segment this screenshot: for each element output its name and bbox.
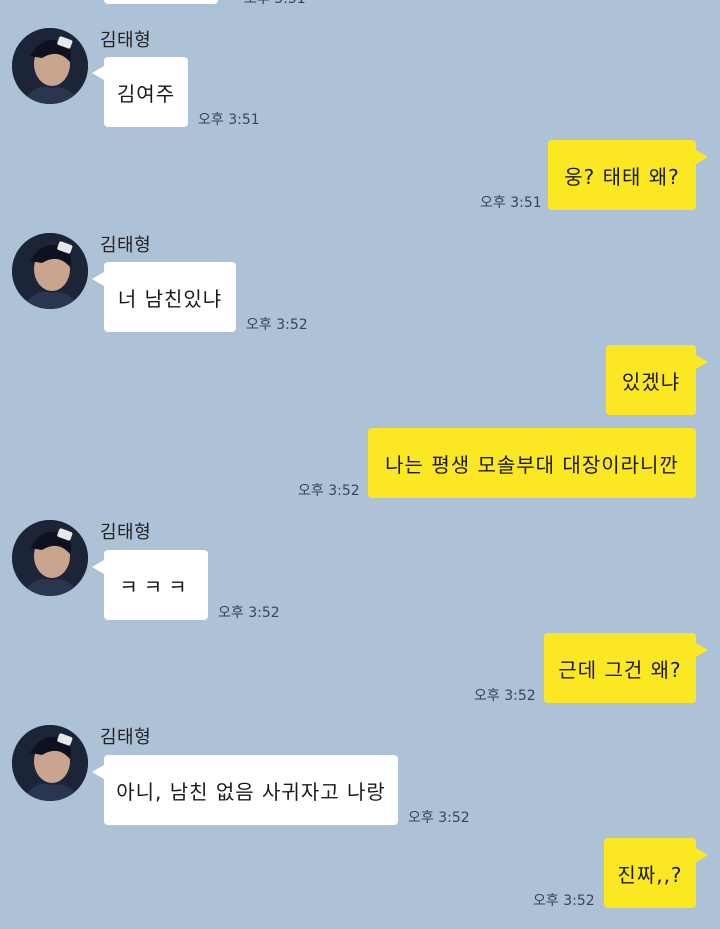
message-time: 오후 3:52: [408, 810, 470, 826]
message-bubble-incoming[interactable]: 김여주: [104, 57, 188, 127]
avatar-photo-icon: [12, 520, 88, 596]
message-bubble-incoming[interactable]: ㅋㅋㅋ: [104, 550, 208, 620]
sender-name: 김태형: [100, 727, 152, 748]
message-time: 오후 3:51: [480, 195, 542, 211]
message-time: 오후 3:52: [474, 688, 536, 704]
message-time: 오후 3:52: [246, 317, 308, 333]
avatar-photo-icon: [12, 28, 88, 104]
message-time: 오후 3:52: [298, 483, 360, 499]
bubble-tail: [696, 150, 708, 164]
sender-name: 김태형: [100, 522, 152, 543]
message-bubble-outgoing[interactable]: 근데 그건 왜?: [544, 633, 696, 703]
bubble-tail: [92, 765, 104, 779]
message-bubble-outgoing[interactable]: 진짜,,?: [604, 838, 696, 908]
avatar[interactable]: [12, 520, 88, 596]
message-time: 오후 3:52: [533, 893, 595, 909]
previous-message-time: 오후 3:51: [244, 0, 306, 8]
bubble-tail: [696, 643, 708, 657]
message-time: 오후 3:51: [198, 112, 260, 128]
avatar-photo-icon: [12, 233, 88, 309]
message-bubble-incoming[interactable]: 아니, 남친 없음 사귀자고 나랑: [104, 755, 398, 825]
bubble-tail: [92, 66, 104, 80]
avatar[interactable]: [12, 725, 88, 801]
avatar-photo-icon: [12, 725, 88, 801]
bubble-tail: [92, 560, 104, 574]
bubble-tail: [696, 355, 708, 369]
sender-name: 김태형: [100, 30, 152, 51]
message-bubble-outgoing[interactable]: 있겠냐: [606, 345, 696, 415]
sender-name: 김태형: [100, 235, 152, 256]
bubble-tail: [92, 272, 104, 286]
avatar[interactable]: [12, 233, 88, 309]
message-bubble-outgoing[interactable]: 나는 평생 모솔부대 대장이라니깐: [368, 428, 696, 498]
avatar[interactable]: [12, 28, 88, 104]
message-bubble-incoming[interactable]: 너 남친있냐: [104, 262, 236, 332]
message-bubble-outgoing[interactable]: 웅? 태태 왜?: [548, 140, 696, 210]
bubble-tail: [696, 848, 708, 862]
previous-message-bubble: [104, 0, 218, 4]
message-time: 오후 3:52: [218, 605, 280, 621]
